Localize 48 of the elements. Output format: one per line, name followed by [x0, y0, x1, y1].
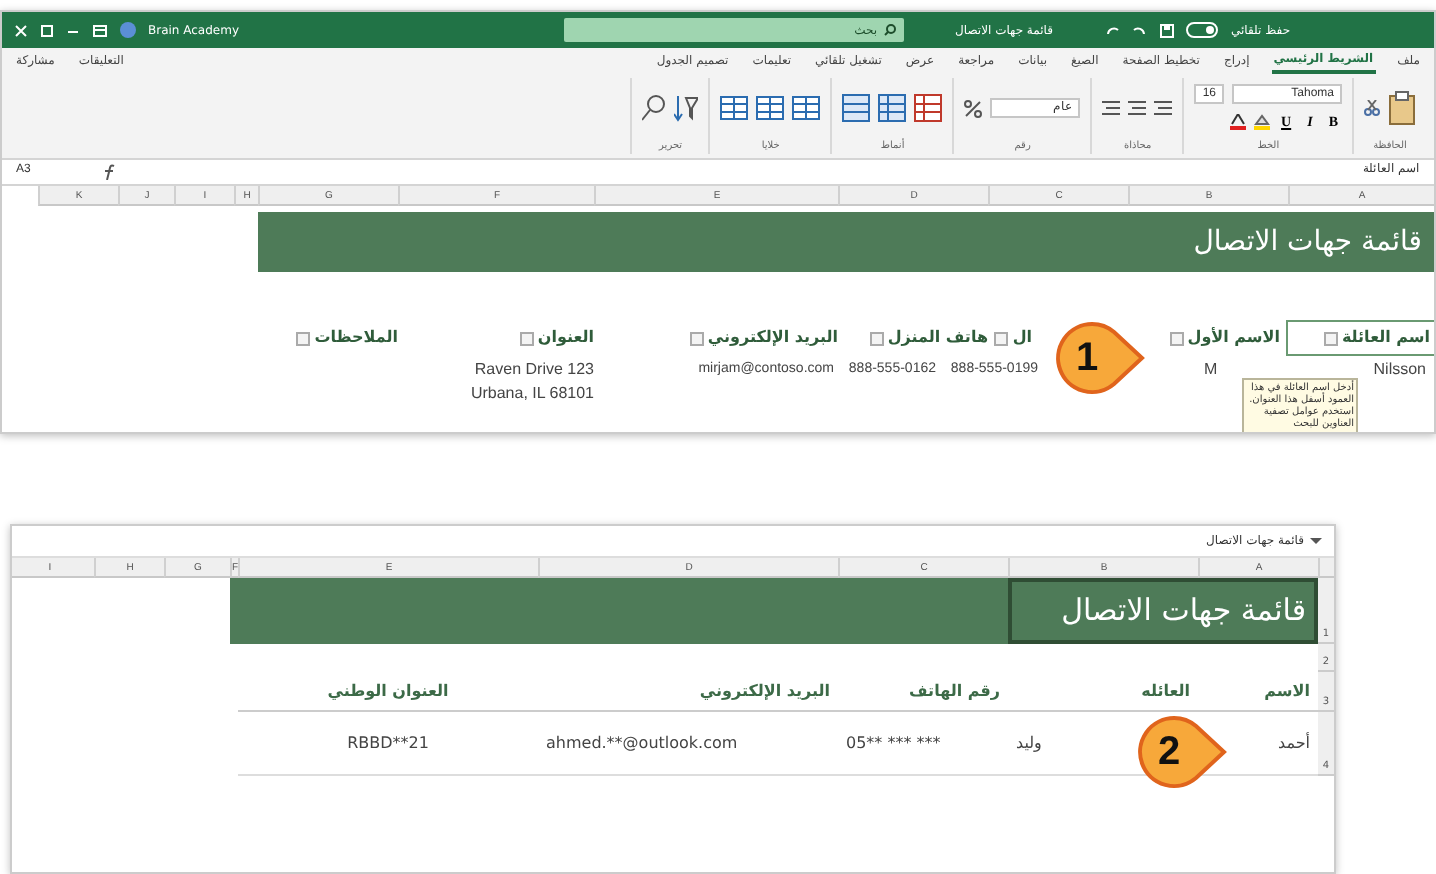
table-cell: Nilsson	[1373, 360, 1426, 378]
table-cell: M	[1204, 360, 1218, 378]
search-icon[interactable]	[642, 94, 667, 123]
table-icon[interactable]	[914, 94, 943, 123]
table-icon[interactable]	[842, 94, 871, 123]
clipboard-icon[interactable]	[1388, 90, 1416, 127]
function-icon[interactable]	[102, 164, 118, 180]
numbered-callout: 1	[1054, 320, 1146, 396]
grid-icon[interactable]	[756, 96, 785, 121]
scissors-icon[interactable]	[1364, 100, 1380, 117]
column-heading: البريد الإلكتروني	[707, 326, 838, 350]
percent-icon[interactable]	[964, 99, 983, 118]
column-heading: العنوان الوطني	[238, 672, 538, 712]
sheet-title: قائمة جهات الاتصال	[258, 212, 1434, 272]
column-heading: الملاحظات	[314, 326, 398, 350]
table-cell: RBBD**21	[238, 712, 538, 776]
restore-icon[interactable]	[40, 23, 54, 37]
table-cell: ahmed.**@outlook.com	[538, 712, 838, 776]
numbered-callout: 2	[1136, 714, 1228, 790]
search-icon	[883, 24, 896, 36]
column-heading: الاسم	[1198, 672, 1318, 712]
fill-color-icon[interactable]	[1253, 114, 1270, 131]
sort-filter-icon[interactable]	[674, 94, 699, 123]
column-heading: اسم العائلة	[1341, 326, 1430, 350]
address-line: Raven Drive 123	[472, 358, 594, 382]
column-heading: ال	[1012, 326, 1032, 350]
column-heading: العنوان	[537, 326, 594, 350]
column-heading: العائله	[1008, 672, 1198, 712]
table-icon[interactable]	[878, 94, 907, 123]
column-heading: الاسم الأول	[1187, 326, 1280, 350]
grid-icon[interactable]	[792, 96, 821, 121]
table-cell: 05** *** ***	[838, 712, 1008, 776]
align-icon[interactable]	[1154, 99, 1173, 118]
close-icon[interactable]	[14, 23, 28, 37]
column-heading: رقم الهاتف	[838, 672, 1008, 712]
save-icon[interactable]	[1160, 23, 1175, 37]
address-line: Urbana, IL 68101	[468, 382, 594, 406]
font-color-icon[interactable]	[1229, 114, 1246, 131]
align-icon[interactable]	[1128, 99, 1147, 118]
ribbon-display-icon[interactable]	[92, 23, 108, 37]
dropdown-arrow-icon[interactable]	[1310, 536, 1322, 546]
column-heading: البريد الإلكتروني	[538, 672, 838, 712]
grid-icon[interactable]	[720, 96, 749, 121]
sheet-title: قائمة جهات الاتصال	[1008, 578, 1318, 644]
toggle-switch-icon[interactable]	[1186, 22, 1219, 38]
selected-cell[interactable]: اسم العائلة	[1288, 322, 1434, 354]
align-icon[interactable]	[1102, 99, 1121, 118]
column-heading: هاتف المنزل	[887, 326, 988, 350]
